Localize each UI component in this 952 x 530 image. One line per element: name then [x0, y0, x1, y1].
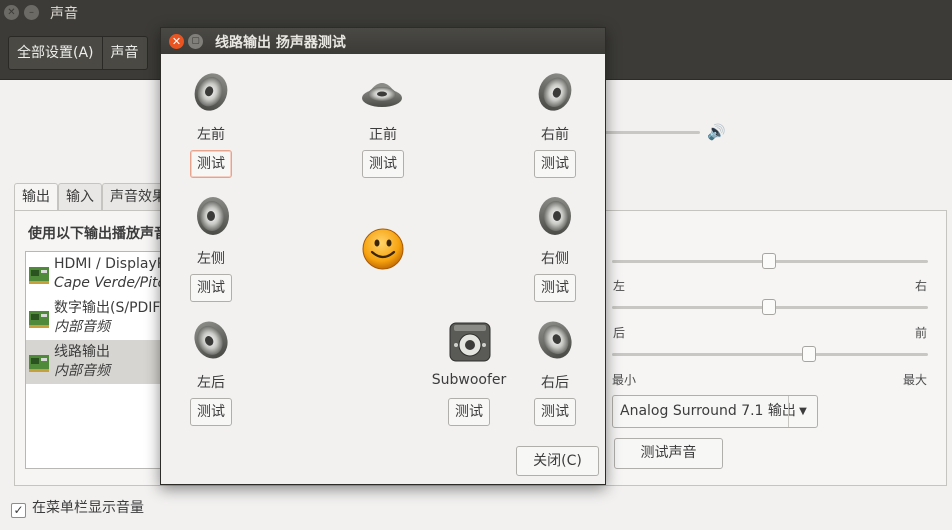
balance-slider[interactable] [612, 253, 928, 269]
test-front-center-button[interactable]: 测试 [362, 150, 404, 178]
subwoofer-label: Subwoofer [431, 372, 507, 388]
show-volume-checkbox[interactable]: ✓ [11, 503, 26, 518]
smiley-face-icon [362, 228, 404, 270]
speaker-front-left-label: 左前 [197, 127, 225, 143]
subwoofer-slider-knob[interactable] [802, 346, 816, 362]
test-front-left-button[interactable]: 测试 [190, 150, 232, 178]
device-description: Cape Verde/Pitcairn HDMI Audio [54, 275, 165, 291]
sound-card-icon [29, 267, 49, 284]
test-rear-right-button[interactable]: 测试 [534, 398, 576, 426]
tab-bar: 输出 输入 声音效果 [14, 183, 174, 210]
dialog-title: 线路输出 扬声器测试 [215, 35, 346, 51]
speaker-front-center-label: 正前 [369, 127, 397, 143]
device-description: 内部音频 [54, 363, 110, 379]
output-volume-slider[interactable] [600, 131, 700, 134]
show-volume-row: ✓ 在菜单栏显示音量 [11, 499, 144, 518]
speaker-side-right-icon [539, 197, 571, 235]
speaker-side-left-icon [197, 197, 229, 235]
profile-select[interactable]: Analog Surround 7.1 输出 ▼ [612, 395, 818, 428]
fade-front-label: 前 [915, 326, 928, 340]
speaker-rear-left-label: 左后 [197, 375, 225, 391]
speaker-rear-right-label: 右后 [541, 375, 569, 391]
test-rear-left-button[interactable]: 测试 [190, 398, 232, 426]
test-side-left-button[interactable]: 测试 [190, 274, 232, 302]
speaker-front-right-icon [535, 72, 575, 112]
device-item-line-out[interactable]: 线路输出 内部音频 [26, 340, 164, 384]
sound-card-icon [29, 355, 49, 372]
fade-slider-knob[interactable] [762, 299, 776, 315]
window-minimize-icon[interactable]: – [24, 5, 39, 20]
profile-select-value: Analog Surround 7.1 输出 [620, 403, 796, 419]
tab-output[interactable]: 输出 [14, 183, 58, 210]
output-device-list: HDMI / DisplayPort Cape Verde/Pitcairn H… [25, 251, 165, 469]
speaker-front-right-label: 右前 [541, 127, 569, 143]
output-list-heading: 使用以下输出播放声音 [28, 226, 168, 242]
tab-input[interactable]: 输入 [58, 183, 102, 210]
balance-right-label: 右 [915, 279, 928, 293]
sound-card-icon [29, 311, 49, 328]
device-name: 线路输出 [54, 344, 110, 360]
balance-left-label: 左 [613, 279, 626, 293]
breadcrumb-sound[interactable]: 声音 [103, 37, 147, 69]
device-description: 内部音频 [54, 319, 110, 335]
dialog-close-icon[interactable]: ✕ [169, 34, 184, 49]
speaker-side-left-label: 左侧 [197, 251, 225, 267]
window-titlebar: ✕ – 声音 [0, 0, 952, 26]
speaker-volume-icon: 🔊 [707, 123, 726, 141]
dialog-minimize-icon[interactable]: ▢ [188, 34, 203, 49]
window-title: 声音 [50, 6, 78, 22]
subwoofer-min-label: 最小 [612, 373, 637, 387]
speaker-test-dialog: ✕ ▢ 线路输出 扬声器测试 左前 测试 正前 测试 右前 测试 左侧 测试 右… [160, 27, 606, 485]
subwoofer-slider[interactable] [612, 346, 928, 362]
speaker-front-left-icon [191, 72, 231, 112]
chevron-down-icon: ▼ [788, 396, 817, 427]
speaker-rear-right-icon [535, 320, 575, 360]
speaker-front-center-icon [362, 83, 402, 107]
test-subwoofer-button[interactable]: 测试 [448, 398, 490, 426]
breadcrumb-all-settings[interactable]: 全部设置(A) [9, 37, 103, 69]
device-item-hdmi[interactable]: HDMI / DisplayPort Cape Verde/Pitcairn H… [26, 252, 164, 296]
balance-slider-knob[interactable] [762, 253, 776, 269]
subwoofer-icon [449, 322, 491, 362]
device-name: HDMI / DisplayPort [54, 256, 165, 272]
dialog-close-button[interactable]: 关闭(C) [516, 446, 599, 476]
test-front-right-button[interactable]: 测试 [534, 150, 576, 178]
breadcrumb: 全部设置(A) 声音 [8, 36, 148, 70]
show-volume-label: 在菜单栏显示音量 [32, 500, 144, 516]
speaker-rear-left-icon [191, 320, 231, 360]
window-close-icon[interactable]: ✕ [4, 5, 19, 20]
test-side-right-button[interactable]: 测试 [534, 274, 576, 302]
dialog-titlebar: ✕ ▢ 线路输出 扬声器测试 [161, 28, 605, 54]
subwoofer-max-label: 最大 [903, 373, 928, 387]
fade-slider[interactable] [612, 299, 928, 315]
device-name: 数字输出(S/PDIF) [54, 300, 165, 316]
speaker-side-right-label: 右侧 [541, 251, 569, 267]
device-item-spdif[interactable]: 数字输出(S/PDIF) 内部音频 [26, 296, 164, 340]
test-sound-button[interactable]: 测试声音 [614, 438, 723, 469]
fade-rear-label: 后 [613, 326, 626, 340]
